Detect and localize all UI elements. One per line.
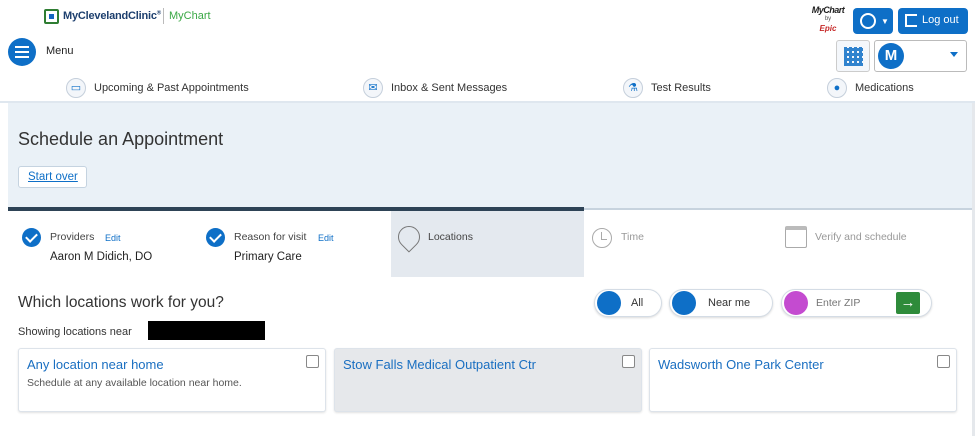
location-checkbox[interactable]	[937, 355, 950, 368]
caret-down-icon: ▼	[881, 17, 889, 26]
calendar-icon: ▭	[66, 78, 86, 98]
progress-bar-remaining	[584, 208, 972, 210]
hamburger-icon-bar	[15, 56, 29, 58]
nav-medications[interactable]: ● Medications	[827, 78, 914, 98]
logout-button[interactable]: Log out	[898, 8, 968, 34]
logout-label: Log out	[922, 14, 959, 26]
check-circle-icon	[22, 228, 41, 247]
step-locations-label: Locations	[428, 231, 473, 243]
menu-label[interactable]: Menu	[46, 45, 74, 57]
account-switcher[interactable]: M	[874, 40, 967, 72]
location-checkbox[interactable]	[622, 355, 635, 368]
location-card-title[interactable]: Any location near home	[27, 357, 164, 372]
logout-icon	[905, 14, 917, 27]
step-verify-label: Verify and schedule	[815, 231, 907, 243]
epic-logo-line2: by	[824, 16, 832, 22]
edit-providers-link[interactable]: Edit	[105, 233, 121, 243]
location-card-wadsworth[interactable]: Wadsworth One Park Center	[649, 348, 957, 412]
flask-icon: ⚗	[623, 78, 643, 98]
brand-divider	[163, 8, 164, 24]
redacted-address	[148, 321, 265, 340]
pills-icon: ●	[827, 78, 847, 98]
location-card-stow-falls[interactable]: Stow Falls Medical Outpatient Ctr	[334, 348, 642, 412]
step-reason-label: Reason for visit	[234, 231, 307, 243]
hamburger-icon	[15, 46, 29, 48]
person-icon	[672, 291, 696, 315]
brand-name-text: MyClevelandClinic	[63, 10, 157, 22]
filter-near-me-label: Near me	[708, 297, 751, 309]
zip-input[interactable]	[816, 293, 894, 313]
brand-name[interactable]: MyClevelandClinic®	[63, 10, 161, 22]
nav-test-results-label: Test Results	[651, 82, 711, 94]
hamburger-icon-bar	[15, 51, 29, 53]
page-header-band	[8, 103, 972, 209]
brand-registered-mark: ®	[156, 10, 162, 17]
qr-code-button[interactable]	[836, 40, 870, 72]
magnifier-icon	[784, 291, 808, 315]
map-pin-icon	[597, 291, 621, 315]
envelope-icon: ✉	[363, 78, 383, 98]
nav-test-results[interactable]: ⚗ Test Results	[623, 78, 711, 98]
filter-near-me-button[interactable]: Near me	[669, 289, 773, 317]
filter-all-button[interactable]: All	[594, 289, 662, 317]
showing-locations-text: Showing locations near	[18, 326, 132, 338]
edit-reason-link[interactable]: Edit	[318, 233, 334, 243]
location-card-subtitle: Schedule at any available location near …	[27, 377, 242, 389]
nav-appointments-label: Upcoming & Past Appointments	[94, 82, 249, 94]
avatar: M	[878, 43, 904, 69]
calendar-icon	[785, 226, 807, 248]
clock-icon	[592, 228, 612, 248]
cleveland-clinic-logo-icon	[44, 9, 59, 24]
epic-logo-line3: Epic	[819, 24, 837, 33]
locations-question: Which locations work for you?	[18, 294, 224, 311]
start-over-button[interactable]: Start over	[18, 166, 87, 188]
nav-messages-label: Inbox & Sent Messages	[391, 82, 508, 94]
step-providers-value: Aaron M Didich, DO	[50, 251, 153, 263]
location-card-title[interactable]: Stow Falls Medical Outpatient Ctr	[343, 357, 536, 372]
page-title: Schedule an Appointment	[18, 129, 224, 149]
step-active-highlight	[391, 211, 584, 277]
nav-messages[interactable]: ✉ Inbox & Sent Messages	[363, 78, 507, 98]
mychart-by-epic-logo: MyChart by Epic	[808, 5, 848, 34]
location-checkbox[interactable]	[306, 355, 319, 368]
brand-app-name: MyChart	[169, 10, 211, 22]
step-time-label: Time	[621, 231, 644, 243]
qr-code-icon	[844, 47, 863, 66]
epic-logo-line1: MyChart	[811, 5, 845, 15]
zip-search[interactable]: →	[781, 289, 932, 317]
nav-appointments[interactable]: ▭ Upcoming & Past Appointments	[66, 78, 249, 98]
location-card-any[interactable]: Any location near home Schedule at any a…	[18, 348, 326, 412]
nav-medications-label: Medications	[855, 82, 914, 94]
location-card-title[interactable]: Wadsworth One Park Center	[658, 357, 824, 372]
filter-all-label: All	[631, 297, 644, 309]
arrow-right-icon[interactable]: →	[896, 292, 920, 314]
chevron-down-icon	[950, 52, 958, 57]
step-reason-value: Primary Care	[234, 251, 302, 263]
check-circle-icon	[206, 228, 225, 247]
globe-icon	[860, 13, 876, 29]
language-button[interactable]: ▼	[853, 8, 893, 34]
menu-button[interactable]	[8, 38, 36, 66]
step-providers-label: Providers	[50, 231, 95, 243]
